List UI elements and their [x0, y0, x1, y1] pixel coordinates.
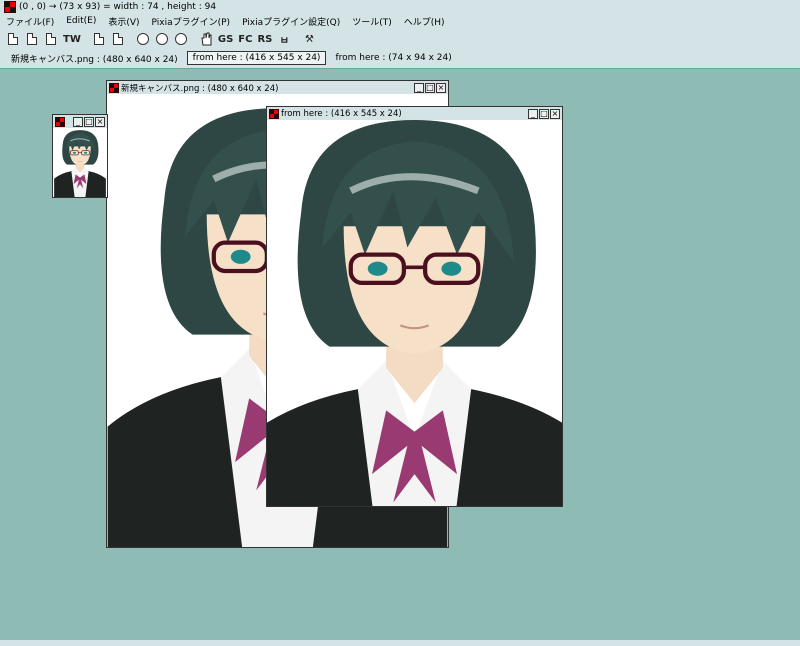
- save-file-button[interactable]: [44, 31, 58, 47]
- fc-button[interactable]: FC: [238, 31, 252, 47]
- minimize-button[interactable]: _: [414, 82, 424, 93]
- app-logo-icon: [4, 1, 16, 13]
- close-button[interactable]: ×: [550, 108, 560, 119]
- paste-button[interactable]: [111, 31, 125, 47]
- window-titlebar[interactable]: _ □ ×: [53, 115, 107, 128]
- minimize-button[interactable]: _: [73, 116, 83, 127]
- canvas-image[interactable]: [53, 128, 107, 197]
- app-titlebar: (0 , 0) → (73 x 93) = width : 74 , heigh…: [0, 0, 800, 14]
- hand-icon: [201, 32, 212, 46]
- rs-button[interactable]: RS: [257, 31, 272, 47]
- canvas-window-thumbnail[interactable]: _ □ ×: [52, 114, 108, 198]
- save-file-icon: [46, 33, 56, 45]
- document-tabs: 新規キャンバス.png : (480 x 640 x 24) from here…: [0, 50, 800, 66]
- tw-button[interactable]: TW: [63, 31, 81, 47]
- paste-icon: [112, 33, 123, 45]
- portrait-image-cropped: [267, 120, 562, 506]
- copy-icon: [93, 33, 104, 45]
- window-titlebar[interactable]: 新規キャンバス.png : (480 x 640 x 24) _ □ ×: [107, 81, 448, 94]
- menu-view[interactable]: 表示(V): [108, 15, 139, 28]
- zoom-out-icon: [155, 33, 168, 45]
- window-controls: _ □ ×: [73, 116, 105, 127]
- window-logo-icon: [55, 116, 65, 127]
- menu-edit[interactable]: Edit(E): [66, 16, 96, 26]
- app-title: (0 , 0) → (73 x 93) = width : 74 , heigh…: [19, 2, 217, 12]
- window-title: 新規キャンバス.png : (480 x 640 x 24): [121, 83, 279, 94]
- crop-button[interactable]: ㅂ: [277, 31, 291, 47]
- zoom-reset-icon: [174, 33, 187, 45]
- menu-bar: ファイル(F) Edit(E) 表示(V) Pixiaプラグイン(P) Pixi…: [0, 14, 800, 28]
- window-controls: _ □ ×: [414, 82, 446, 93]
- canvas-window-crop[interactable]: from here : (416 x 545 x 24) _ □ ×: [266, 106, 563, 507]
- window-titlebar[interactable]: from here : (416 x 545 x 24) _ □ ×: [267, 107, 562, 120]
- menu-pixia-plugin-settings[interactable]: Pixiaプラグイン設定(Q): [242, 15, 340, 28]
- tab-from-here-416[interactable]: from here : (416 x 545 x 24): [186, 51, 327, 65]
- window-controls: _ □ ×: [528, 108, 560, 119]
- status-bar: [0, 640, 800, 646]
- window-logo-icon: [269, 108, 279, 119]
- toolbar: TW GS FC RS ㅂ ⚒: [0, 29, 800, 49]
- open-file-button[interactable]: [25, 31, 39, 47]
- window-logo-icon: [109, 82, 119, 93]
- menu-file[interactable]: ファイル(F): [6, 15, 54, 28]
- maximize-button[interactable]: □: [539, 108, 549, 119]
- menu-pixia-plugin[interactable]: Pixiaプラグイン(P): [152, 15, 231, 28]
- grayscale-button[interactable]: GS: [218, 31, 233, 47]
- menu-help[interactable]: ヘルプ(H): [404, 15, 445, 28]
- hand-tool-button[interactable]: [199, 31, 213, 47]
- zoom-in-icon: [136, 33, 149, 45]
- maximize-button[interactable]: □: [425, 82, 435, 93]
- zoom-reset-button[interactable]: [174, 31, 188, 47]
- canvas-image[interactable]: [267, 120, 562, 506]
- portrait-thumbnail: [53, 129, 107, 197]
- zoom-in-button[interactable]: [136, 31, 150, 47]
- tools-button[interactable]: ⚒: [302, 31, 316, 47]
- menu-tools[interactable]: ツール(T): [352, 15, 392, 28]
- copy-button[interactable]: [92, 31, 106, 47]
- new-file-icon: [8, 33, 18, 45]
- open-file-icon: [27, 33, 37, 45]
- window-title: from here : (416 x 545 x 24): [281, 108, 402, 119]
- close-button[interactable]: ×: [436, 82, 446, 93]
- tab-new-canvas[interactable]: 新規キャンバス.png : (480 x 640 x 24): [6, 51, 183, 66]
- zoom-out-button[interactable]: [155, 31, 169, 47]
- tab-from-here-74[interactable]: from here : (74 x 94 x 24): [330, 52, 456, 64]
- new-file-button[interactable]: [6, 31, 20, 47]
- close-button[interactable]: ×: [95, 116, 105, 127]
- minimize-button[interactable]: _: [528, 108, 538, 119]
- maximize-button[interactable]: □: [84, 116, 94, 127]
